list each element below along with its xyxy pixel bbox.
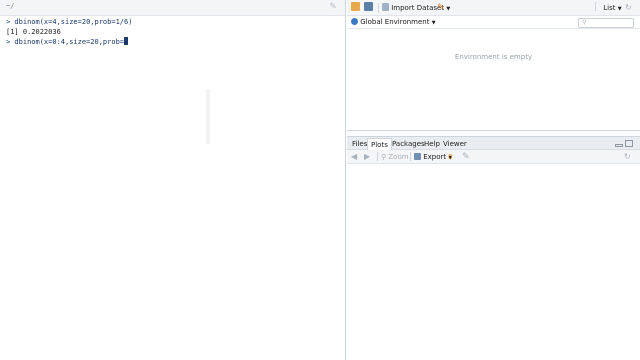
table-icon <box>382 3 389 11</box>
right-panes: Import Dataset ▼ ✎ List ▼ ↻ Global Envir… <box>347 0 640 360</box>
zoom-label: Zoom <box>388 153 409 161</box>
load-workspace-button[interactable] <box>351 2 360 14</box>
clear-plots-button[interactable]: ✎ <box>462 151 470 163</box>
save-workspace-button[interactable] <box>364 2 373 14</box>
zoom-button[interactable]: ⚲ Zoom <box>381 151 409 163</box>
console-working-dir[interactable]: ~/ <box>6 2 14 10</box>
arrow-right-icon: ▶ <box>364 152 371 161</box>
scope-dropdown[interactable]: Global Environment ▼ <box>351 16 436 28</box>
maximize-pane-button[interactable] <box>625 140 633 147</box>
remove-plot-count: 0 <box>448 153 453 161</box>
environment-search-input[interactable]: ⚲ <box>578 18 634 28</box>
next-plot-button[interactable]: ▶ <box>364 151 370 163</box>
environment-toolbar: Import Dataset ▼ ✎ List ▼ ↻ <box>347 0 640 16</box>
save-icon <box>364 2 373 11</box>
files-pane: Files Plots Packages Help Viewer ◀ ▶ ⚲ Z… <box>347 136 640 360</box>
tab-viewer[interactable]: Viewer <box>440 138 470 150</box>
search-icon: ⚲ <box>582 19 587 26</box>
console-output[interactable]: > dbinom(x=4,size=20,prob=1/6) [1] 0.202… <box>0 16 345 47</box>
view-mode-dropdown[interactable]: List ▼ <box>595 2 622 14</box>
toolbar-divider <box>378 3 379 13</box>
toolbar-divider <box>595 2 596 11</box>
files-tabbar: Files Plots Packages Help Viewer <box>347 137 640 150</box>
broom-icon: ✎ <box>462 152 470 162</box>
minimize-pane-button[interactable] <box>615 144 623 147</box>
broom-icon[interactable]: ✎ <box>327 2 339 13</box>
chevron-down-icon: ▼ <box>617 6 622 12</box>
clear-workspace-button[interactable]: ✎ <box>437 2 445 14</box>
remove-plot-button[interactable]: 0 <box>448 151 452 163</box>
refresh-plot-button[interactable]: ↻ <box>624 151 631 163</box>
broom-icon: ✎ <box>437 3 445 13</box>
console-input-line[interactable]: > dbinom(x=0:4,size=20,prob= <box>6 37 345 47</box>
r-logo-icon <box>351 18 358 25</box>
plot-canvas <box>347 164 640 360</box>
export-icon <box>414 153 421 160</box>
text-cursor <box>124 37 129 45</box>
zoom-icon: ⚲ <box>381 153 387 161</box>
previous-plot-button[interactable]: ◀ <box>351 151 357 163</box>
chevron-down-icon: ▼ <box>446 6 451 12</box>
folder-open-icon <box>351 2 360 11</box>
console-result-text: [1] 0.2022036 <box>6 28 61 36</box>
scope-label: Global Environment <box>360 18 430 26</box>
arrow-left-icon: ◀ <box>351 152 358 161</box>
toolbar-divider <box>410 152 411 161</box>
export-label: Export <box>423 153 447 161</box>
environment-empty-message: Environment is empty <box>454 53 533 61</box>
rstudio-window: ~/ ✎ > dbinom(x=4,size=20,prob=1/6) [1] … <box>0 0 640 360</box>
console-header: ~/ ✎ <box>0 0 345 16</box>
console-current-input[interactable]: dbinom(x=0:4,size=20,prob= <box>10 38 124 46</box>
refresh-icon: ↻ <box>625 3 632 12</box>
environment-pane: Import Dataset ▼ ✎ List ▼ ↻ Global Envir… <box>347 0 640 131</box>
console-pane[interactable]: ~/ ✎ > dbinom(x=4,size=20,prob=1/6) [1] … <box>0 0 346 360</box>
refresh-button[interactable]: ↻ <box>625 2 632 14</box>
plots-toolbar: ◀ ▶ ⚲ Zoom Export ▼ 0 ✎ ↻ <box>347 150 640 164</box>
environment-scope-bar: Global Environment ▼ ⚲ <box>347 16 640 29</box>
console-command: dbinom(x=4,size=20,prob=1/6) <box>10 18 133 26</box>
export-button[interactable]: Export ▼ <box>414 151 452 163</box>
toolbar-divider <box>377 152 378 161</box>
chevron-down-icon: ▼ <box>431 20 436 26</box>
console-result: [1] 0.2022036 <box>6 27 345 37</box>
refresh-icon: ↻ <box>624 152 631 161</box>
console-line: > dbinom(x=4,size=20,prob=1/6) <box>6 17 345 27</box>
scroll-shadow <box>206 90 210 144</box>
view-mode-label: List <box>603 4 616 12</box>
